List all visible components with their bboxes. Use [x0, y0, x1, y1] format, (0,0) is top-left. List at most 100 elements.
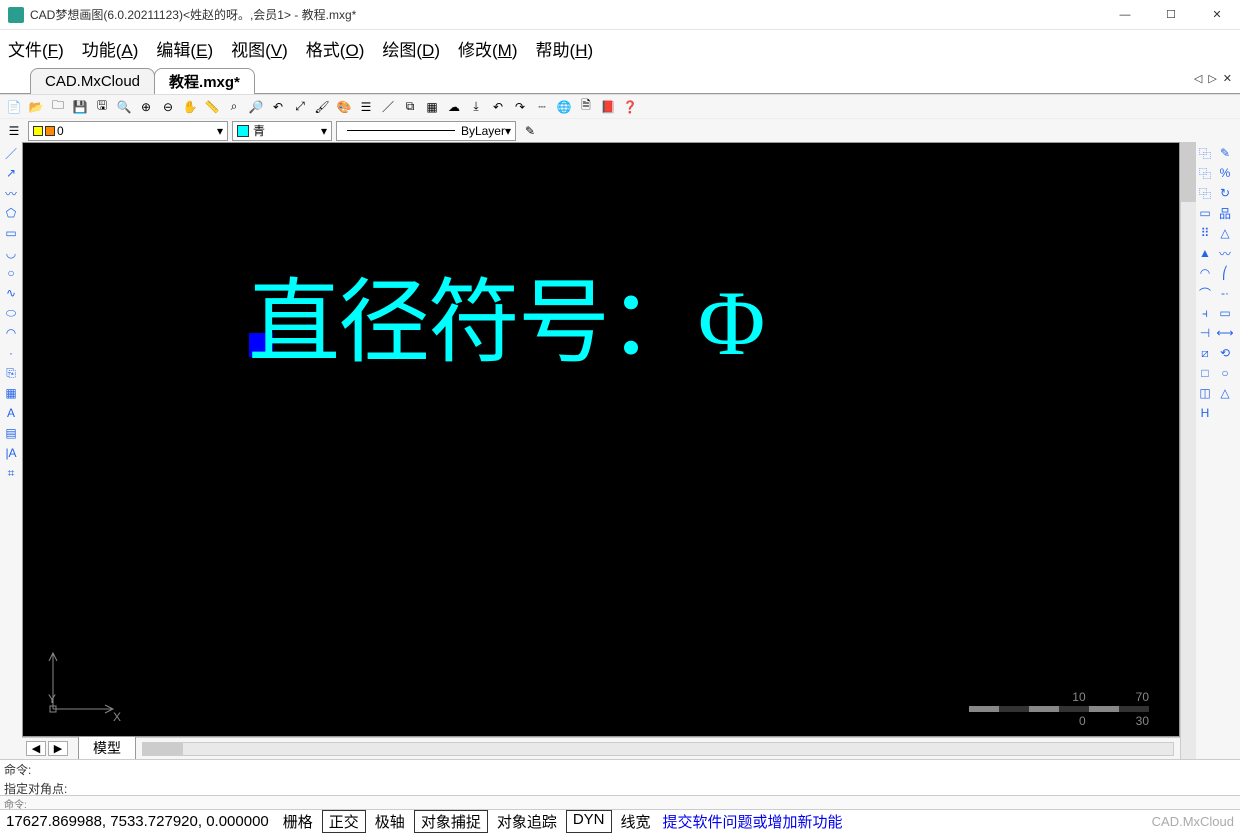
doc-tab[interactable]: CAD.MxCloud — [30, 68, 155, 94]
zoomwin-icon[interactable]: ⌕ — [224, 97, 244, 117]
folder-icon[interactable]: 🗀 — [48, 97, 68, 117]
menu-绘图D[interactable]: 绘图(D) — [382, 36, 440, 61]
rot-icon[interactable]: ⟲ — [1216, 344, 1234, 362]
open-icon[interactable]: 📂 — [26, 97, 46, 117]
circle2-icon[interactable]: ○ — [1216, 364, 1234, 382]
matrix-icon[interactable]: ⠿ — [1196, 224, 1214, 242]
rect-icon[interactable]: ▭ — [2, 224, 20, 242]
minimize-button[interactable]: — — [1102, 0, 1148, 30]
polygon-icon[interactable]: ⬠ — [2, 204, 20, 222]
undo-icon[interactable]: ↶ — [488, 97, 508, 117]
cloud-icon[interactable]: ☁ — [444, 97, 464, 117]
status-极轴[interactable]: 极轴 — [368, 810, 412, 833]
hscrollbar[interactable] — [142, 742, 1174, 756]
fillet-icon[interactable]: ⎛ — [1216, 264, 1234, 282]
zoomin-icon[interactable]: ⊕ — [136, 97, 156, 117]
edit-icon[interactable]: ✎ — [1216, 144, 1234, 162]
redo-icon[interactable]: ↷ — [510, 97, 530, 117]
spline-icon[interactable]: ∿ — [2, 284, 20, 302]
tab-close-icon[interactable]: ✕ — [1221, 72, 1234, 85]
line-icon[interactable]: ／ — [378, 97, 398, 117]
copy4-icon[interactable]: ⿻ — [1196, 184, 1214, 202]
arc-icon[interactable]: ◠ — [1196, 264, 1214, 282]
break-icon[interactable]: ▭ — [1216, 304, 1234, 322]
triangle-icon[interactable]: ▲ — [1196, 244, 1214, 262]
status-栅格[interactable]: 栅格 — [276, 810, 320, 833]
ruler-icon[interactable]: △ — [1216, 384, 1234, 402]
status-对象追踪[interactable]: 对象追踪 — [490, 810, 564, 833]
table-icon[interactable]: ▤ — [2, 424, 20, 442]
tab-next-icon[interactable]: ▷ — [1206, 72, 1218, 85]
block-icon[interactable]: □ — [1196, 364, 1214, 382]
layers-icon[interactable]: ☰ — [4, 121, 24, 141]
status-正交[interactable]: 正交 — [322, 810, 366, 833]
copy3-icon[interactable]: ⿻ — [1196, 164, 1214, 182]
arc-icon[interactable]: ◡ — [2, 244, 20, 262]
find-icon[interactable]: 🔎 — [246, 97, 266, 117]
tab-prev-icon[interactable]: ◁ — [1192, 72, 1204, 85]
menu-视图V[interactable]: 视图(V) — [231, 36, 288, 61]
ruler-icon[interactable]: 📏 — [202, 97, 222, 117]
menu-修改M[interactable]: 修改(M) — [458, 36, 518, 61]
status-DYN[interactable]: DYN — [566, 810, 612, 833]
status-线宽[interactable]: 线宽 — [614, 810, 658, 833]
dash-icon[interactable]: ┈ — [532, 97, 552, 117]
dim-icon[interactable]: H — [1196, 404, 1214, 422]
drawing-canvas[interactable]: 直径符号：Φ Y X 1070 030 — [22, 142, 1180, 737]
feedback-link[interactable]: 提交软件问题或增加新功能 — [659, 811, 847, 832]
ellipse-arc-icon[interactable]: ◠ — [2, 324, 20, 342]
doc-tab[interactable]: 教程.mxg* — [154, 68, 255, 94]
cmd-input[interactable]: 命令: — [0, 795, 1240, 809]
menu-编辑E[interactable]: 编辑(E) — [156, 36, 213, 61]
pdf-icon[interactable]: 📕 — [598, 97, 618, 117]
window-icon[interactable]: ▭ — [1196, 204, 1214, 222]
close-button[interactable]: ✕ — [1194, 0, 1240, 30]
stretch-icon[interactable]: ⟷ — [1216, 324, 1234, 342]
xline-icon[interactable]: ↗ — [2, 164, 20, 182]
text-icon[interactable]: A — [2, 404, 20, 422]
brush-icon[interactable]: ✎ — [520, 121, 540, 141]
group-icon[interactable]: 品 — [1216, 204, 1234, 222]
point-icon[interactable]: · — [2, 344, 20, 362]
match-icon[interactable]: ⧉ — [400, 97, 420, 117]
copy2-icon[interactable]: ⿻ — [1196, 144, 1214, 162]
status-对象捕捉[interactable]: 对象捕捉 — [414, 810, 488, 833]
zoomall-icon[interactable]: ⊖ — [158, 97, 178, 117]
scale-icon[interactable]: ⊣ — [1196, 324, 1214, 342]
comp-icon[interactable]: ◫ — [1196, 384, 1214, 402]
hatch-icon[interactable]: ▦ — [2, 384, 20, 402]
saveas-icon[interactable]: 🖫 — [92, 97, 112, 117]
export-icon[interactable]: ⤓ — [466, 97, 486, 117]
menu-功能A[interactable]: 功能(A) — [82, 36, 139, 61]
canvas-text[interactable]: 直径符号：Φ — [248, 248, 763, 381]
pan-icon[interactable]: ✋ — [180, 97, 200, 117]
tab-nav-prev-icon[interactable]: ◀ — [26, 741, 46, 756]
ext1-icon[interactable]: -· — [1216, 284, 1234, 302]
mtext-icon[interactable]: |A — [2, 444, 20, 462]
trim-icon[interactable]: ⫞ — [1196, 304, 1214, 322]
region-icon[interactable]: ⌗ — [2, 464, 20, 482]
move-icon[interactable]: % — [1216, 164, 1234, 182]
layer-combo[interactable]: 0 ▾ — [28, 121, 228, 141]
insert-icon[interactable]: ⎘ — [2, 364, 20, 382]
globe-icon[interactable]: 🌐 — [554, 97, 574, 117]
doc-icon[interactable]: 🗎 — [576, 97, 596, 117]
prev-icon[interactable]: ↶ — [268, 97, 288, 117]
block-icon[interactable]: ▦ — [422, 97, 442, 117]
mirror-icon[interactable]: △ — [1216, 224, 1234, 242]
circle-icon[interactable]: ○ — [2, 264, 20, 282]
menu-文件F[interactable]: 文件(F) — [8, 36, 64, 61]
model-tab[interactable]: 模型 — [78, 736, 136, 759]
tab-nav-next-icon[interactable]: ▶ — [48, 741, 68, 756]
menu-格式O[interactable]: 格式(O) — [306, 36, 365, 61]
color-icon[interactable]: 🎨 — [334, 97, 354, 117]
wave-icon[interactable]: 〰 — [1216, 244, 1234, 262]
new-icon[interactable]: 📄 — [4, 97, 24, 117]
pline-icon[interactable]: 〰 — [2, 184, 20, 202]
zoom-icon[interactable]: 🔍 — [114, 97, 134, 117]
arcfit-icon[interactable]: ⌒ — [1196, 284, 1214, 302]
vscrollbar[interactable] — [1180, 142, 1196, 759]
chamfer-icon[interactable]: ⧄ — [1196, 344, 1214, 362]
redo-icon[interactable]: ↻ — [1216, 184, 1234, 202]
layers-icon[interactable]: ☰ — [356, 97, 376, 117]
